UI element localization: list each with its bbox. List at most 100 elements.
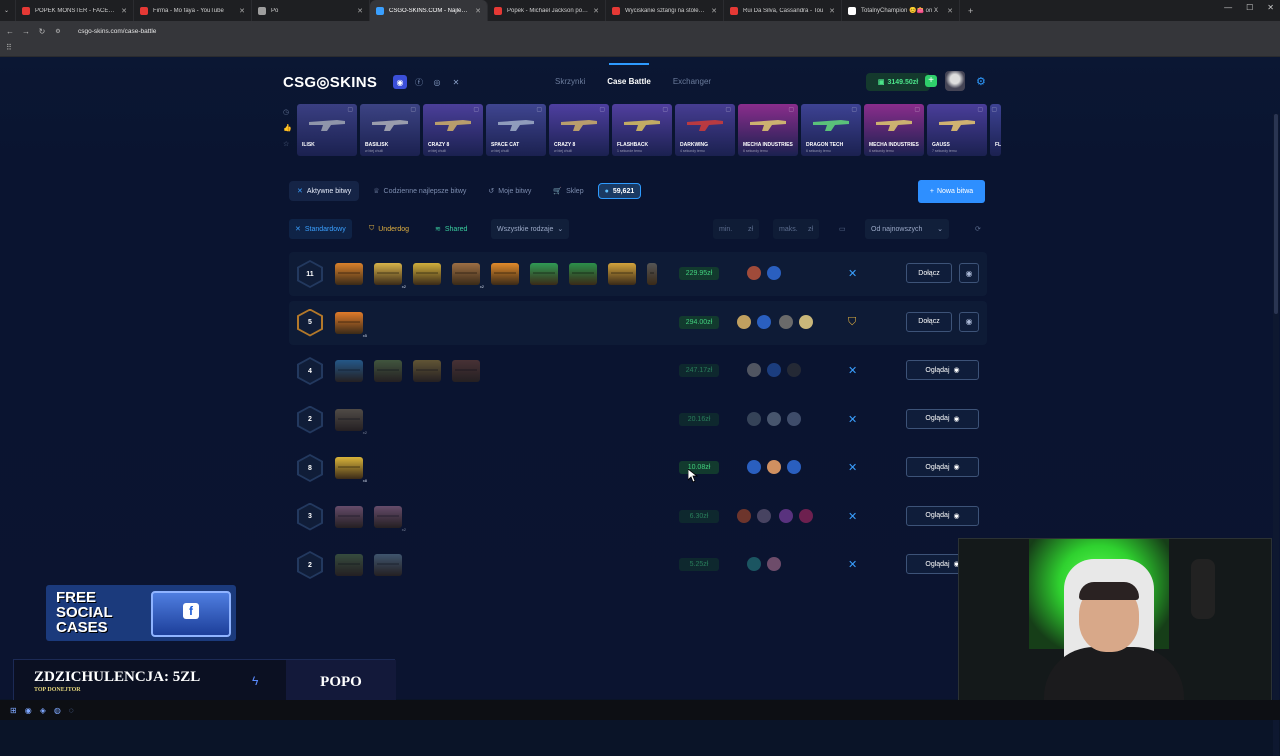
case-icon[interactable] (608, 263, 636, 285)
drop-card[interactable]: ▢ CRAZY 8w biej chuili (423, 104, 483, 156)
minimize-icon[interactable]: — (1224, 3, 1232, 12)
deposit-plus-icon[interactable]: + (925, 75, 937, 87)
browser-tab[interactable]: POPEK MONSTER - FACEBURG ✕ (16, 0, 134, 21)
filter-standard[interactable]: ✕ Standardowy (289, 219, 352, 239)
case-icon[interactable] (335, 554, 363, 576)
drop-card[interactable]: ▢ MECHA INDUSTRIES 6 sekundy temu (738, 104, 798, 156)
calendar-icon[interactable]: ▭ (833, 219, 852, 239)
case-icon[interactable] (374, 554, 402, 576)
player-avatar[interactable] (799, 508, 813, 523)
site-logo[interactable]: CSG◎SKINS (283, 73, 377, 91)
coins-badge[interactable]: ● 59,621 (597, 183, 642, 199)
thumb-icon[interactable]: 👍 (283, 124, 295, 132)
scrollbar-thumb[interactable] (1274, 114, 1278, 314)
case-icon[interactable] (491, 263, 519, 285)
browser-tab[interactable]: Popek - Michael Jackson po od ✕ (488, 0, 606, 21)
filter-underdog[interactable]: ⛉ Underdog (363, 219, 415, 239)
close-window-icon[interactable]: ✕ (1267, 3, 1274, 12)
close-tab-icon[interactable]: ✕ (593, 7, 599, 15)
tab-active-battles[interactable]: ✕ Aktywne bitwy (289, 181, 360, 201)
taskbar-app-icon[interactable]: ◈ (40, 706, 46, 715)
user-avatar[interactable] (945, 71, 965, 91)
drop-card[interactable]: ▢ CRAZY 8w biej chuili (549, 104, 609, 156)
close-tab-icon[interactable]: ✕ (829, 7, 835, 15)
max-price-input[interactable]: maks. zł (773, 219, 819, 239)
drop-card[interactable]: ▢ GAUSS 7 sekundy temu (927, 104, 987, 156)
taskbar-app-icon[interactable]: ◌ (69, 706, 74, 715)
min-price-input[interactable]: min. zł (713, 219, 759, 239)
battle-row[interactable]: 5 x5 294.00zł ⛉ Dołącz ◉ (289, 300, 987, 345)
player-avatar[interactable] (799, 314, 813, 329)
player-avatar[interactable] (767, 363, 781, 377)
player-avatar[interactable] (767, 460, 781, 474)
player-avatar[interactable] (767, 266, 781, 280)
player-avatar[interactable] (767, 411, 781, 426)
windows-start-icon[interactable]: ⊞ (10, 706, 17, 715)
clock-icon[interactable]: ◷ (283, 108, 295, 116)
battle-row[interactable]: 8 x8 10.08zł ✕ Oglądaj ◉ (289, 446, 987, 490)
player-avatar[interactable] (737, 508, 751, 523)
player-avatar[interactable] (747, 266, 761, 280)
join-battle-button[interactable]: Dołącz (906, 263, 952, 283)
player-avatar[interactable] (779, 508, 793, 523)
drop-card[interactable]: ▢ FLA (990, 104, 1001, 156)
apps-icon[interactable]: ⠿ (6, 43, 12, 52)
site-info-icon[interactable]: ⚙ (52, 28, 64, 35)
page-scrollbar[interactable] (1273, 114, 1279, 756)
case-icon[interactable]: x5 (335, 311, 367, 338)
case-icon[interactable] (569, 263, 597, 285)
taskbar-chrome-icon[interactable]: ◍ (54, 706, 61, 715)
drop-card[interactable]: ▢ FLASHBACK 1 sekunde temu (612, 104, 672, 156)
url-field[interactable]: csgo-skins.com/case-battle (78, 28, 156, 35)
player-avatar[interactable] (787, 363, 801, 377)
case-icon[interactable] (452, 360, 480, 382)
close-tab-icon[interactable]: ✕ (357, 7, 363, 15)
close-tab-icon[interactable]: ✕ (947, 7, 953, 15)
case-icon[interactable] (413, 263, 441, 285)
browser-tab[interactable]: Firma - Mo faya - YouTube ✕ (134, 0, 252, 21)
forward-icon[interactable]: → (20, 27, 32, 36)
close-tab-icon[interactable]: ✕ (239, 7, 245, 15)
drop-card[interactable]: ▢ DARKWING 4 sekundy temu (675, 104, 735, 156)
tab-daily-best[interactable]: ♕ Codzienne najlepsze bitwy (365, 181, 474, 201)
filter-kind-select[interactable]: Wszystkie rodzaje ⌄ (491, 219, 570, 239)
browser-tab[interactable]: Rui Da Silva, Cassandra - Tou ✕ (724, 0, 842, 21)
back-icon[interactable]: ← (4, 27, 16, 36)
join-battle-button[interactable]: Dołącz (906, 311, 952, 332)
discord-icon[interactable]: ◉ (393, 75, 407, 89)
player-avatar[interactable] (747, 363, 761, 377)
nav-case-battle[interactable]: Case Battle (607, 63, 651, 86)
drop-card[interactable]: ▢ MECHA INDUSTRIES 6 sekundy temu (864, 104, 924, 156)
reload-icon[interactable]: ↻ (36, 27, 48, 36)
watch-battle-button[interactable]: Oglądaj ◉ (906, 457, 979, 477)
case-icon[interactable]: x2 (374, 505, 406, 532)
browser-tab[interactable]: Po ✕ (252, 0, 370, 21)
refresh-icon[interactable]: ⟳ (969, 219, 987, 239)
eye-icon[interactable]: ◉ (959, 311, 979, 332)
case-icon[interactable] (647, 263, 657, 285)
close-tab-icon[interactable]: ✕ (121, 7, 127, 15)
player-avatar[interactable] (737, 314, 751, 329)
watch-battle-button[interactable]: Oglądaj ◉ (906, 408, 979, 429)
battle-row[interactable]: 11 x2 x2 229.95zł ✕ Dołącz ◉ (289, 252, 987, 296)
player-avatar[interactable] (757, 508, 771, 523)
instagram-icon[interactable]: ◎ (430, 75, 444, 89)
watch-battle-button[interactable]: Oglądaj ◉ (906, 505, 979, 526)
case-icon[interactable] (335, 505, 363, 528)
case-icon[interactable]: x8 (335, 457, 367, 483)
drop-card[interactable]: ▢ ILISK (297, 104, 357, 156)
nav-cases[interactable]: Skrzynki (555, 77, 585, 86)
player-avatar[interactable] (779, 314, 793, 329)
drop-card[interactable]: ▢ SPACE CAT w biej chuili (486, 104, 546, 156)
facebook-icon[interactable]: ⓕ (412, 75, 426, 89)
new-tab-icon[interactable]: + (960, 6, 981, 16)
sort-select[interactable]: Od najnowszych ⌄ (865, 219, 949, 239)
case-icon[interactable] (374, 360, 402, 382)
case-icon[interactable]: x2 (452, 263, 484, 289)
new-battle-button[interactable]: + Nowa bitwa (918, 180, 985, 203)
browser-tab[interactable]: CSGO-SKINS.COM - Najlepsze ✕ (370, 0, 488, 21)
drop-card[interactable]: ▢ BASILISK w biej chuili (360, 104, 420, 156)
battle-row[interactable]: 4 247.17zł ✕ Oglądaj ◉ (289, 349, 987, 393)
player-avatar[interactable] (747, 557, 761, 571)
tab-list-icon[interactable]: ⌄ (0, 0, 16, 21)
